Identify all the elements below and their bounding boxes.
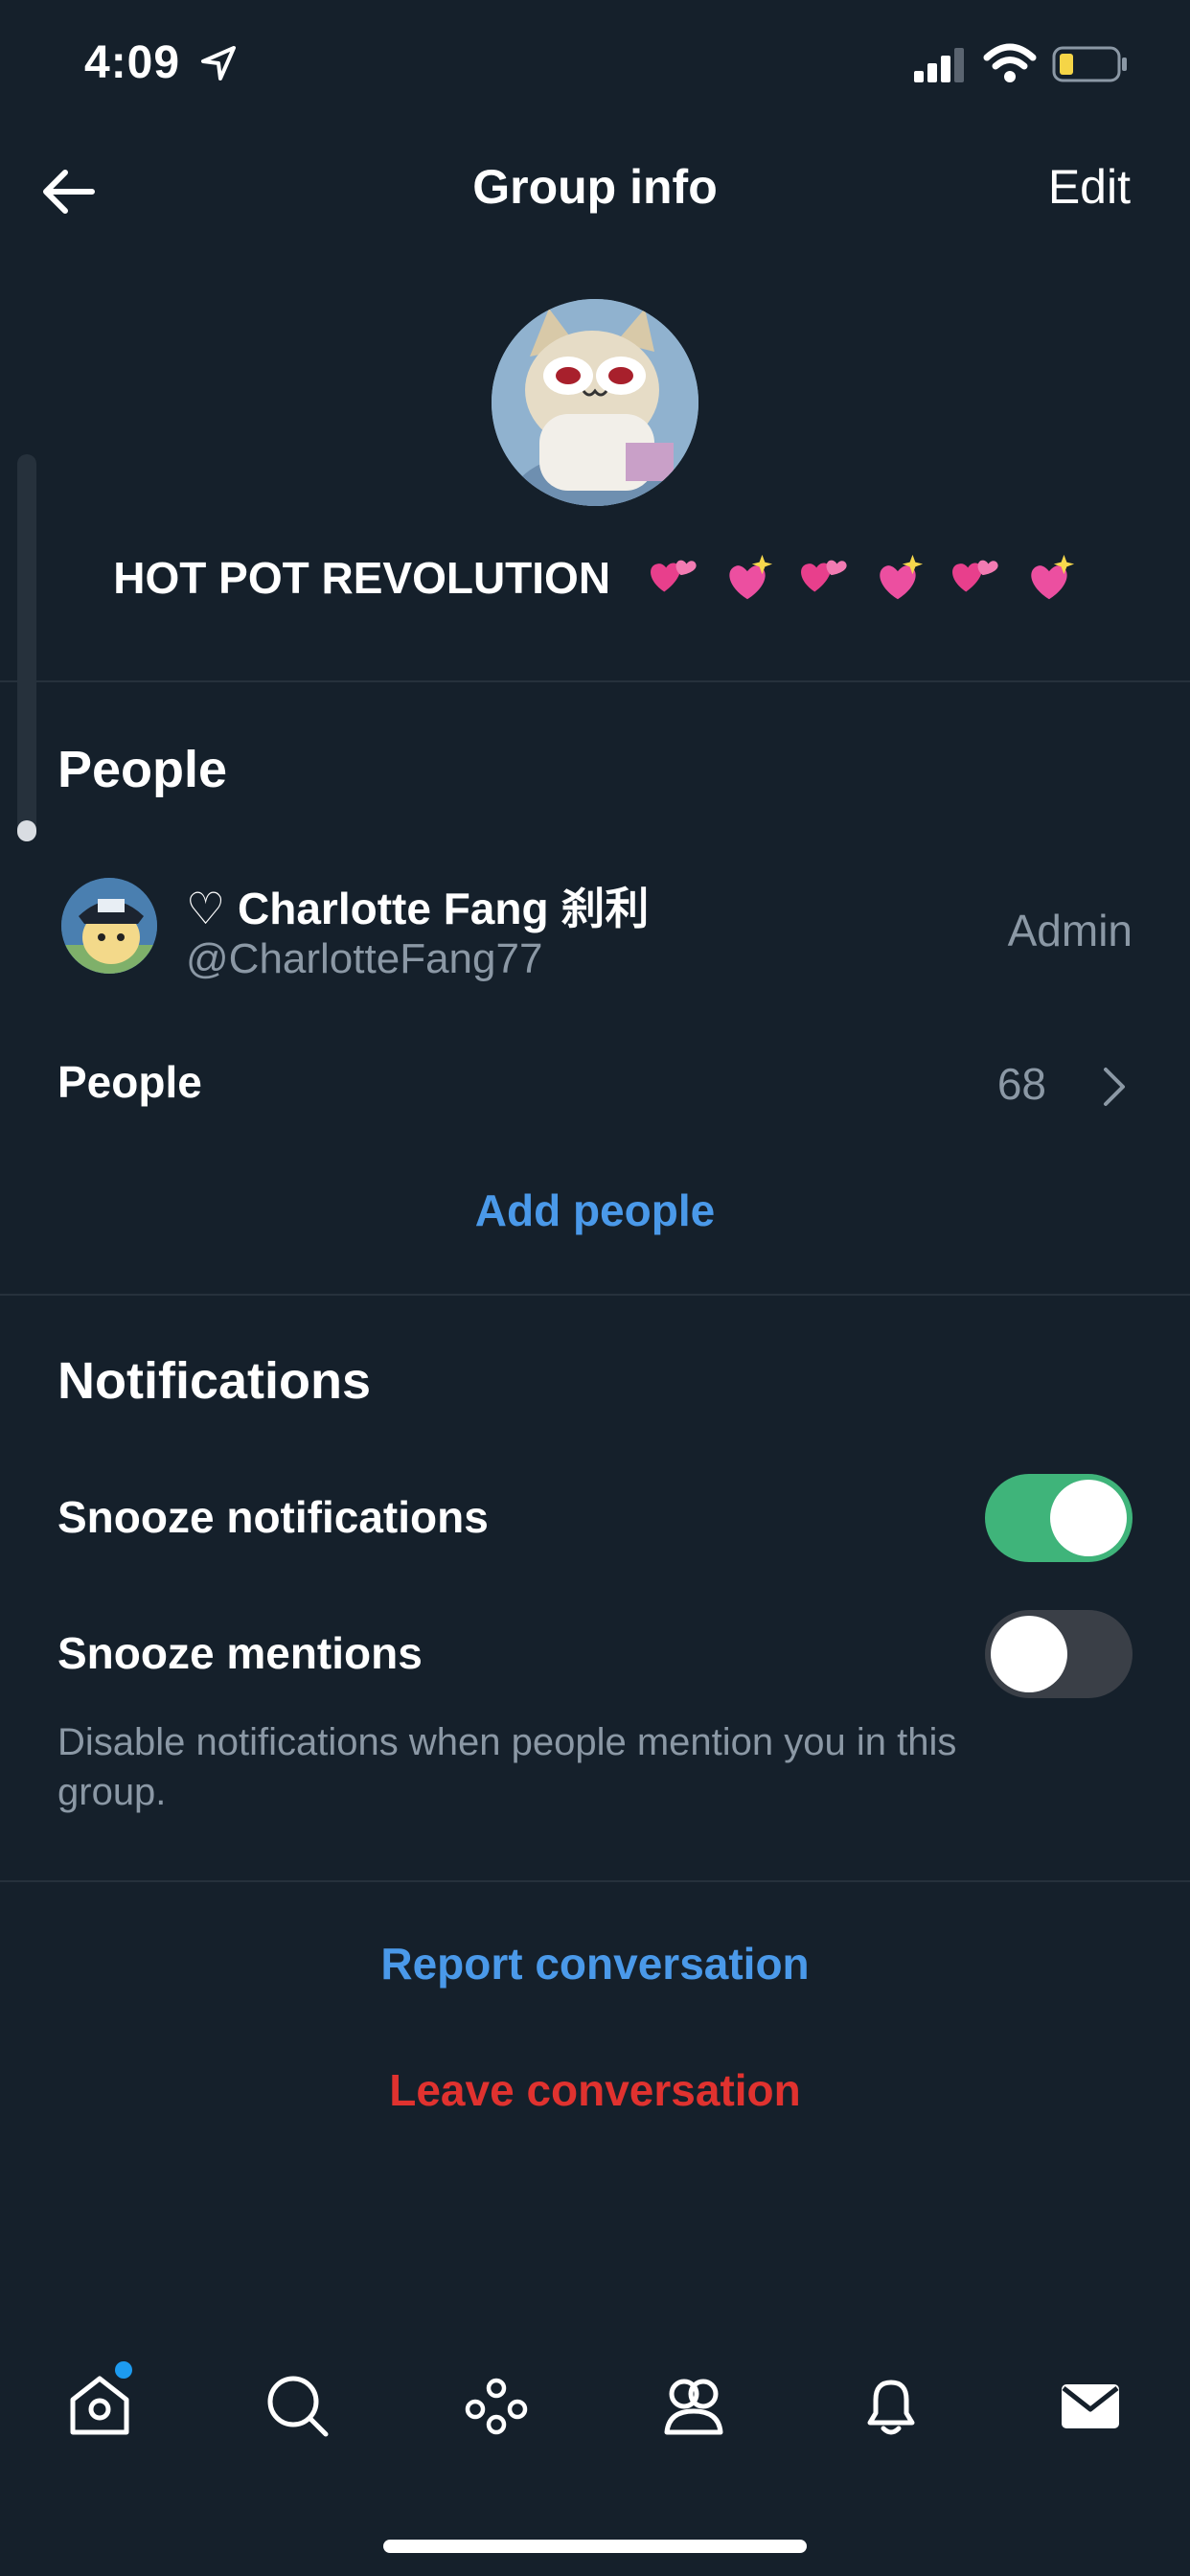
sparkling-heart-icon	[880, 554, 924, 600]
member-avatar-image	[61, 878, 157, 974]
snooze-mentions-toggle[interactable]	[985, 1610, 1133, 1698]
toggle-knob	[1050, 1480, 1127, 1556]
avatar[interactable]	[61, 878, 157, 974]
two-hearts-icon	[650, 560, 697, 592]
heart-emojis	[636, 549, 1077, 607]
add-people-button[interactable]: Add people	[0, 1184, 1190, 1236]
snooze-mentions-label: Snooze mentions	[57, 1628, 423, 1678]
notifications-section-title: Notifications	[57, 1352, 372, 1410]
snooze-notifications-toggle[interactable]	[985, 1474, 1133, 1562]
group-name-text: HOT POT REVOLUTION	[113, 552, 611, 603]
group-avatar-image	[492, 299, 698, 506]
home-notification-dot	[115, 2361, 132, 2379]
admin-role-label: Admin	[1007, 906, 1133, 955]
sparkling-heart-icon	[728, 554, 772, 600]
cellular-signal-icon	[914, 48, 964, 82]
location-arrow-icon	[201, 46, 236, 80]
people-count: 68	[996, 1059, 1046, 1109]
spaces-icon[interactable]	[462, 2371, 531, 2440]
notifications-icon[interactable]	[857, 2371, 926, 2440]
home-icon[interactable]	[65, 2371, 134, 2440]
page-title: Group info	[472, 160, 718, 214]
divider	[0, 1880, 1190, 1882]
home-indicator[interactable]	[383, 2540, 807, 2553]
admin-name[interactable]: ♡ Charlotte Fang 刹利	[186, 874, 649, 937]
snooze-notifications-label: Snooze notifications	[57, 1492, 489, 1542]
status-time: 4:09	[84, 37, 181, 88]
divider	[0, 680, 1190, 682]
snooze-mentions-helper-text: Disable notifications when people mentio…	[57, 1721, 957, 1813]
chevron-right-icon[interactable]	[1094, 1064, 1133, 1110]
edit-button[interactable]: Edit	[1048, 159, 1131, 215]
admin-handle: @CharlotteFang77	[186, 935, 543, 982]
communities-icon[interactable]	[659, 2371, 728, 2440]
two-hearts-icon	[951, 560, 998, 592]
leave-conversation-button[interactable]: Leave conversation	[0, 2064, 1190, 2116]
group-name: HOT POT REVOLUTION	[0, 548, 1190, 607]
scrollbar-thumb[interactable]	[17, 820, 36, 841]
people-section-title: People	[57, 741, 228, 798]
people-list-row[interactable]: People	[57, 1056, 202, 1108]
battery-icon	[1052, 46, 1127, 82]
report-conversation-button[interactable]: Report conversation	[0, 1938, 1190, 1990]
scrollbar[interactable]	[17, 454, 36, 841]
search-icon[interactable]	[263, 2371, 332, 2440]
two-hearts-icon	[801, 560, 848, 592]
divider	[0, 1294, 1190, 1296]
toggle-knob	[991, 1616, 1067, 1692]
sparkling-heart-icon	[1031, 554, 1074, 600]
wifi-icon	[983, 43, 1037, 82]
group-avatar[interactable]	[492, 299, 698, 506]
messages-icon[interactable]	[1056, 2371, 1125, 2440]
